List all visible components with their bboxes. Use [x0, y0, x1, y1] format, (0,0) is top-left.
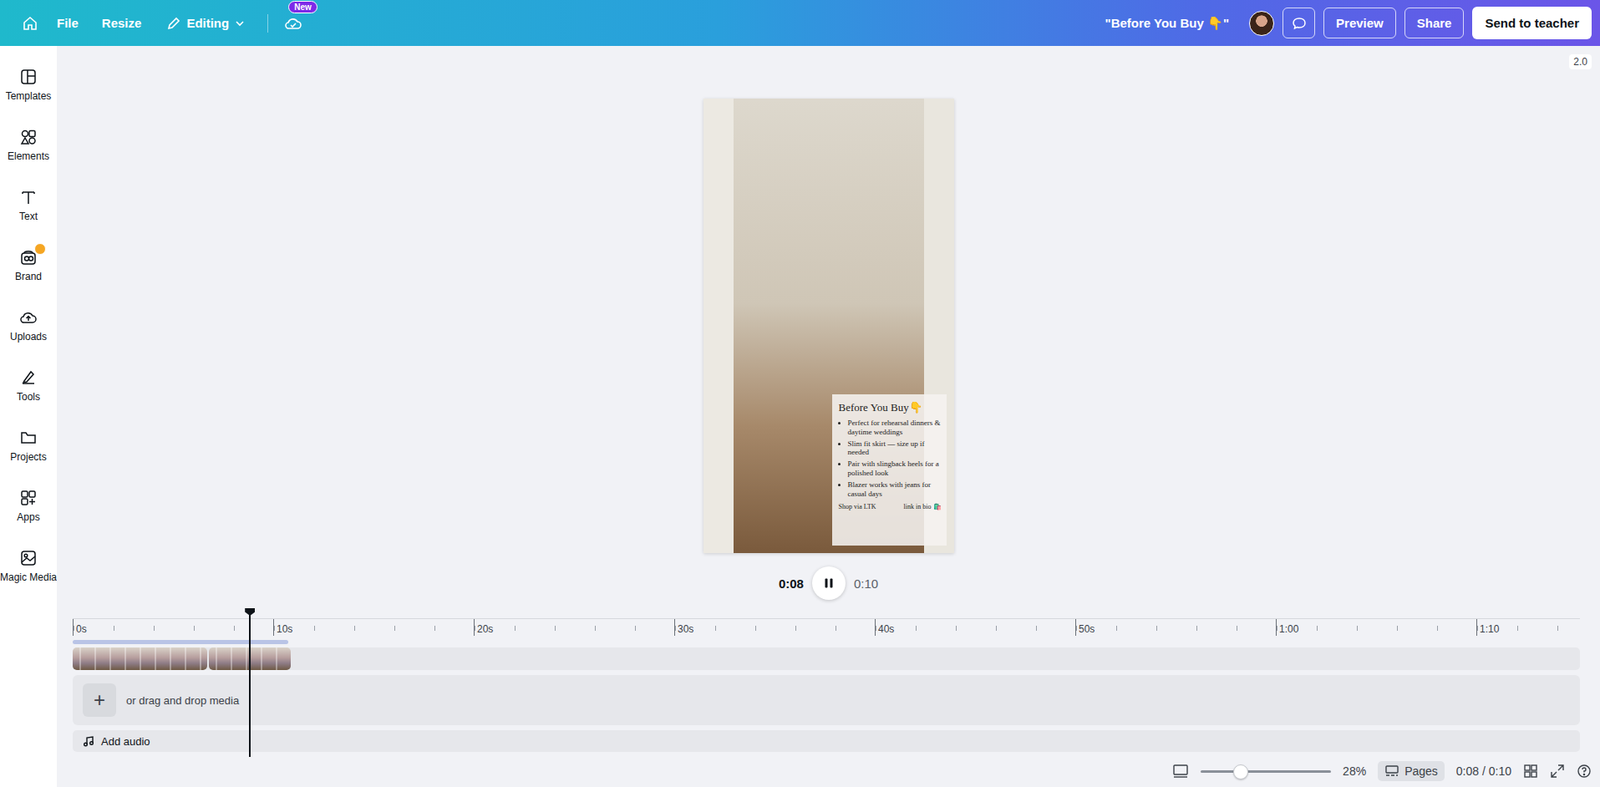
sidebar-item[interactable]: Text [0, 174, 57, 235]
sidebar-item-icon [19, 488, 38, 508]
sidebar-item[interactable]: Projects [0, 415, 57, 476]
grid-view-icon[interactable] [1523, 763, 1539, 779]
playhead[interactable] [248, 609, 251, 757]
send-to-teacher-button[interactable]: Send to teacher [1472, 6, 1592, 40]
canvas-stage: Before You Buy👇 Perfect for rehearsal di… [56, 45, 1600, 600]
menu-button[interactable]: File [48, 10, 87, 36]
comment-icon [1291, 15, 1307, 31]
music-note-icon [82, 735, 95, 747]
help-icon[interactable] [1576, 763, 1592, 779]
sidebar-item-icon [19, 368, 38, 387]
separator [267, 14, 269, 33]
fullscreen-icon[interactable] [1549, 763, 1565, 779]
ruler-tick: 1:00 [1275, 619, 1477, 636]
sidebar-item-icon [19, 67, 38, 87]
sidebar-item[interactable]: Magic Media [0, 535, 57, 596]
main-area: Templates Elements Text Brand Uploads To… [0, 45, 1600, 787]
ruler-tick: 50s [1075, 619, 1276, 636]
sidebar-item[interactable]: Tools [0, 355, 57, 416]
sidebar-item-icon [19, 548, 38, 568]
ruler-tick: 0s [72, 619, 274, 636]
sidebar-item-icon [19, 127, 38, 147]
overlay-bullet: Slim fit skirt — size up if needed [848, 439, 942, 458]
time-readout: 0:08 / 0:10 [1456, 764, 1512, 778]
video-track [72, 647, 1580, 671]
sidebar-item-icon [19, 187, 38, 207]
ruler-tick: 20s [473, 619, 675, 636]
user-avatar[interactable] [1249, 10, 1275, 36]
chevron-down-icon [233, 17, 246, 30]
playhead-marker-icon [244, 608, 255, 616]
home-button[interactable] [18, 11, 42, 36]
sidebar-item-icon [19, 428, 38, 447]
overlay-bullet: Pair with slingback heels for a polished… [848, 459, 942, 478]
editor: FileResize Editing New "Before You Buy 👇… [0, 0, 1600, 787]
sidebar-item[interactable]: Uploads [0, 294, 57, 356]
ruler-tick: 1:10 [1476, 619, 1580, 636]
video-frame[interactable]: Before You Buy👇 Perfect for rehearsal di… [703, 98, 955, 554]
bottom-bar: 28% Pages 0:08 / 0:10 [56, 755, 1600, 787]
comments-button[interactable] [1282, 7, 1316, 39]
pencil-icon [166, 15, 182, 31]
version-badge: 2.0 [1569, 54, 1592, 70]
pages-icon [1384, 764, 1400, 778]
sidebar-item[interactable]: Brand [0, 234, 57, 295]
player-controls: 0:08 0:10 [778, 566, 879, 600]
top-bar: FileResize Editing New "Before You Buy 👇… [0, 0, 1600, 46]
timeline: 0s10s20s30s40s50s1:001:10 + or drag and … [72, 618, 1580, 752]
zoom-slider[interactable] [1200, 764, 1331, 778]
total-time: 0:10 [853, 576, 879, 591]
zoom-level[interactable]: 28% [1342, 764, 1367, 778]
ruler-tick: 40s [874, 619, 1076, 636]
video-clip[interactable] [72, 647, 208, 671]
editing-dropdown[interactable]: Editing [157, 10, 254, 36]
sidebar: Templates Elements Text Brand Uploads To… [0, 45, 57, 787]
add-media-button[interactable]: + [82, 683, 117, 717]
overlay-bullet: Perfect for rehearsal dinners & daytime … [848, 418, 942, 437]
zoom-thumb[interactable] [1233, 764, 1249, 780]
notes-icon[interactable] [1172, 763, 1189, 779]
new-badge: New [288, 0, 318, 14]
menu-button[interactable]: Resize [93, 10, 151, 36]
sidebar-item[interactable]: Templates [0, 54, 57, 115]
pages-button[interactable]: Pages [1377, 761, 1445, 782]
overlay-bullet: Blazer works with jeans for casual days [848, 480, 942, 499]
time-ruler: 0s10s20s30s40s50s1:001:10 [72, 618, 1580, 636]
audio-track[interactable]: Add audio [72, 730, 1580, 752]
pause-icon [822, 577, 835, 590]
crown-badge-icon [34, 243, 46, 255]
sidebar-item-icon [19, 308, 38, 327]
text-overlay-card[interactable]: Before You Buy👇 Perfect for rehearsal di… [832, 394, 947, 546]
home-icon [21, 15, 39, 32]
play-pause-button[interactable] [812, 566, 846, 600]
current-time: 0:08 [778, 576, 804, 591]
cloud-check-icon [284, 14, 303, 33]
media-track[interactable]: + or drag and drop media [72, 675, 1580, 726]
text-track[interactable] [72, 640, 289, 645]
sidebar-item[interactable]: Elements [0, 114, 57, 175]
sidebar-item[interactable]: Apps [0, 475, 57, 536]
ruler-tick: 10s [273, 619, 474, 636]
document-title[interactable]: "Before You Buy 👇" [1105, 15, 1230, 31]
save-status-button[interactable]: New [281, 11, 305, 36]
workspace: 2.0 Before You Buy👇 Perfect for rehearsa… [56, 45, 1600, 787]
top-action-button[interactable]: Share [1404, 7, 1465, 39]
ruler-tick: 30s [674, 619, 875, 636]
top-action-button[interactable]: Preview [1323, 7, 1397, 39]
